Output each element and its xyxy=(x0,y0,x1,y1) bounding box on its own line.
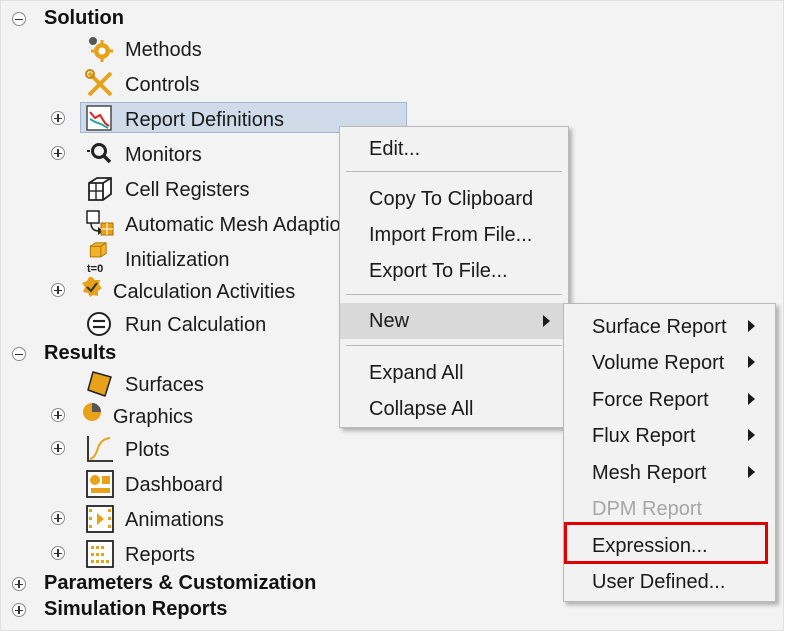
dashboard-icon xyxy=(86,470,114,498)
expand-parameters-icon[interactable] xyxy=(12,577,26,591)
submenu-item-mesh-report[interactable]: Mesh Report xyxy=(564,455,775,491)
monitors-magnifier-icon xyxy=(87,143,112,164)
tree-node-graphics[interactable]: Graphics xyxy=(113,406,193,429)
tree-node-methods[interactable]: Methods xyxy=(125,39,202,62)
tree-node-surfaces[interactable]: Surfaces xyxy=(125,374,204,397)
tree-node-simulation-reports[interactable]: Simulation Reports xyxy=(44,598,227,621)
tree-node-reports[interactable]: Reports xyxy=(125,544,195,567)
mesh-adaption-icon xyxy=(86,210,114,236)
menu-item-export-to-file[interactable]: Export To File... xyxy=(340,253,568,289)
menu-item-collapse-all[interactable]: Collapse All xyxy=(340,391,568,427)
expand-animations-icon[interactable] xyxy=(51,511,65,525)
tree-node-controls[interactable]: Controls xyxy=(125,74,199,97)
expand-graphics-icon[interactable] xyxy=(51,408,65,422)
submenu-arrow-icon xyxy=(748,429,755,441)
report-definitions-chart-icon xyxy=(86,105,112,131)
submenu-arrow-icon xyxy=(748,320,755,332)
expand-reports-icon[interactable] xyxy=(51,546,65,560)
menu-item-new[interactable]: New xyxy=(340,303,568,339)
tree-node-solution[interactable]: Solution xyxy=(44,7,124,30)
collapse-solution-icon[interactable] xyxy=(12,12,26,26)
tree-node-run-calculation[interactable]: Run Calculation xyxy=(125,314,266,337)
menu-separator xyxy=(346,171,562,172)
submenu-item-surface-report[interactable]: Surface Report xyxy=(564,309,775,345)
submenu-item-force-report[interactable]: Force Report xyxy=(564,382,775,418)
expand-plots-icon[interactable] xyxy=(51,441,65,455)
tree-node-cell-registers[interactable]: Cell Registers xyxy=(125,179,249,202)
tree-node-monitors[interactable]: Monitors xyxy=(125,144,202,167)
collapse-results-icon[interactable] xyxy=(12,347,26,361)
tree-node-results[interactable]: Results xyxy=(44,342,116,365)
cell-registers-cube-icon xyxy=(88,177,112,201)
submenu-arrow-icon xyxy=(748,393,755,405)
tree-node-report-definitions[interactable]: Report Definitions xyxy=(125,109,284,132)
calculation-activities-badge-icon xyxy=(82,277,102,297)
menu-item-copy-to-clipboard[interactable]: Copy To Clipboard xyxy=(340,181,568,217)
expression-highlight-box xyxy=(564,522,768,564)
menu-separator xyxy=(346,345,562,346)
expand-monitors-icon[interactable] xyxy=(51,146,65,160)
menu-item-expand-all[interactable]: Expand All xyxy=(340,355,568,391)
submenu-arrow-icon xyxy=(748,466,755,478)
tree-node-parameters-customization[interactable]: Parameters & Customization xyxy=(44,572,316,595)
animations-film-icon xyxy=(86,505,114,533)
tree-node-automatic-mesh-adaption[interactable]: Automatic Mesh Adaption xyxy=(125,214,342,237)
run-calculation-icon xyxy=(87,312,111,336)
submenu-item-flux-report[interactable]: Flux Report xyxy=(564,418,775,454)
methods-gear-icon xyxy=(89,37,113,62)
graphics-pie-icon xyxy=(83,403,101,421)
tree-node-initialization[interactable]: Initialization xyxy=(125,249,230,272)
reports-list-icon xyxy=(86,540,114,568)
submenu-arrow-icon xyxy=(543,315,550,327)
context-menu: Edit... Copy To Clipboard Import From Fi… xyxy=(339,126,569,428)
expand-simulation-reports-icon[interactable] xyxy=(12,603,26,617)
tree-node-plots[interactable]: Plots xyxy=(125,439,169,462)
surfaces-icon xyxy=(87,371,112,397)
menu-item-import-from-file[interactable]: Import From File... xyxy=(340,217,568,253)
plots-curve-icon xyxy=(87,436,113,462)
tree-node-dashboard[interactable]: Dashboard xyxy=(125,474,223,497)
menu-item-edit[interactable]: Edit... xyxy=(340,131,568,167)
submenu-item-volume-report[interactable]: Volume Report xyxy=(564,345,775,381)
menu-separator xyxy=(346,294,562,295)
expand-calculation-activities-icon[interactable] xyxy=(51,283,65,297)
expand-report-definitions-icon[interactable] xyxy=(51,111,65,125)
initialization-time-tag: t=0 xyxy=(87,263,104,275)
tree-node-calculation-activities[interactable]: Calculation Activities xyxy=(113,281,295,304)
submenu-item-user-defined[interactable]: User Defined... xyxy=(564,564,775,600)
tree-node-animations[interactable]: Animations xyxy=(125,509,224,532)
submenu-arrow-icon xyxy=(748,356,755,368)
controls-tools-icon xyxy=(85,69,113,97)
